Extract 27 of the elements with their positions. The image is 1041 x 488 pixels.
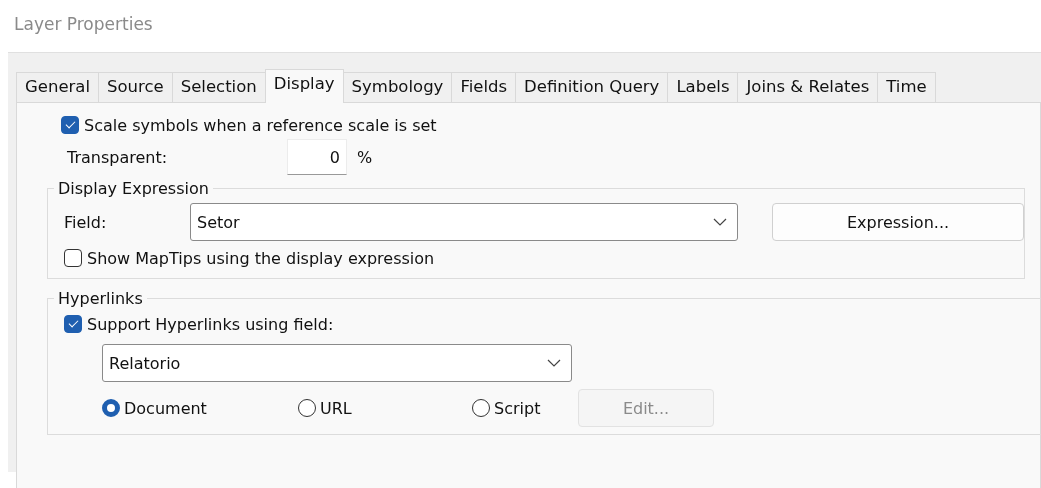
chevron-down-icon (547, 359, 561, 367)
percent-unit: % (357, 147, 373, 167)
transparency-field[interactable]: 0 (287, 139, 347, 175)
field-dropdown[interactable]: Relatorio (102, 344, 572, 382)
radio-label: URL (320, 398, 352, 418)
checkbox-label: Show MapTips using the display expression (87, 248, 435, 268)
radio-button[interactable] (298, 399, 316, 417)
field-dropdown[interactable]: Setor (190, 203, 738, 241)
radio-button[interactable] (472, 399, 490, 417)
window-title: Layer Properties (13, 13, 154, 36)
radio-button[interactable] (102, 399, 120, 417)
tab[interactable]: Display (264, 69, 344, 103)
checkbox[interactable] (61, 116, 79, 134)
field-label: Field: (64, 212, 108, 232)
radio-label: Script (494, 398, 541, 418)
group-title: Display Expression (57, 179, 210, 198)
checkbox-label: Support Hyperlinks using field: (87, 314, 334, 334)
checkbox[interactable] (64, 315, 82, 333)
tab[interactable]: Time (877, 72, 936, 102)
tab[interactable]: General (16, 72, 100, 102)
chevron-down-icon (713, 218, 727, 226)
transparent-label: Transparent: (67, 147, 169, 167)
checkbox[interactable] (64, 249, 82, 267)
group-title: Hyperlinks (57, 289, 144, 308)
radio-label: Document (124, 398, 207, 418)
checkbox-label: Scale symbols when a reference scale is set (84, 115, 437, 135)
expression-button[interactable]: Expression... (772, 203, 1024, 241)
